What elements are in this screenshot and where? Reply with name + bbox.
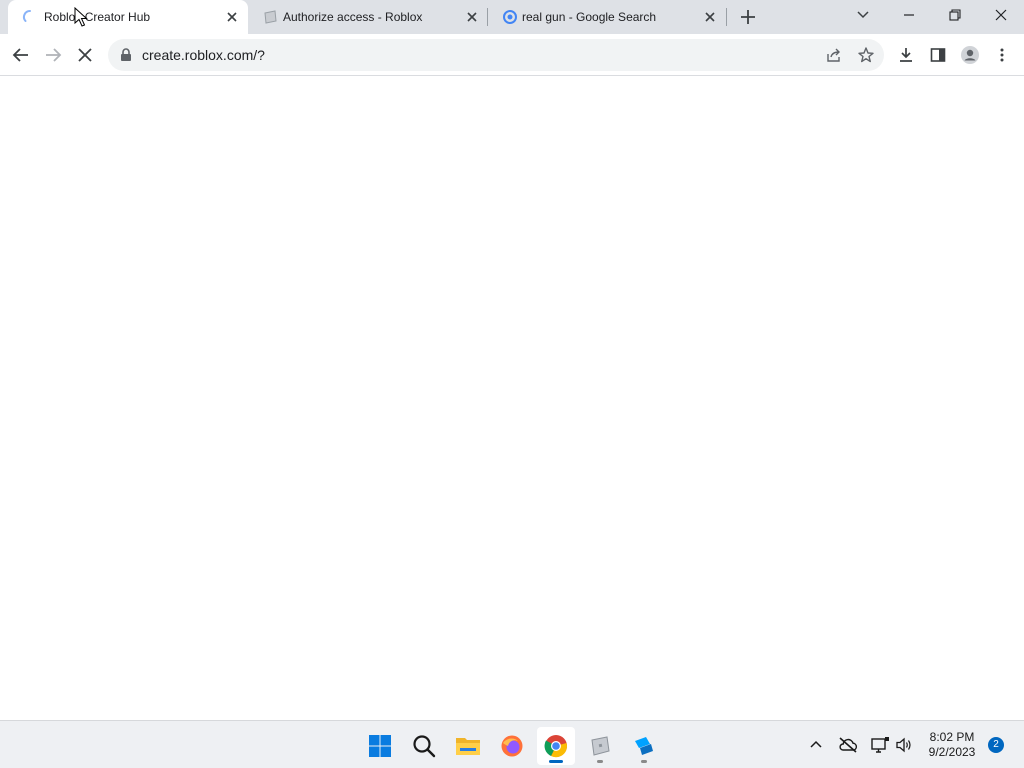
side-panel-icon bbox=[930, 48, 946, 62]
close-icon bbox=[78, 48, 92, 62]
back-button[interactable] bbox=[6, 40, 36, 70]
taskbar-clock[interactable]: 8:02 PM 9/2/2023 bbox=[922, 730, 982, 760]
tab-google-search[interactable]: real gun - Google Search bbox=[488, 0, 726, 34]
roblox-studio-icon bbox=[635, 737, 653, 755]
arrow-right-icon bbox=[46, 48, 62, 62]
minimize-button[interactable] bbox=[886, 0, 932, 30]
start-button[interactable] bbox=[361, 727, 399, 765]
tab-title: Authorize access - Roblox bbox=[283, 10, 423, 24]
windows-taskbar: 8:02 PM 9/2/2023 2 bbox=[0, 720, 1024, 768]
arrow-left-icon bbox=[12, 48, 28, 62]
tab-strip: Roblox Creator Hub Authorize access - Ro… bbox=[0, 0, 1024, 34]
loading-spinner-icon bbox=[22, 9, 31, 22]
profile-avatar-icon bbox=[961, 46, 979, 64]
restore-icon bbox=[949, 9, 961, 21]
file-explorer-icon bbox=[456, 738, 480, 755]
cloud-offline-icon bbox=[839, 737, 858, 753]
onedrive-offline-button[interactable] bbox=[836, 733, 860, 757]
search-icon bbox=[413, 735, 436, 758]
page-content bbox=[0, 77, 1024, 720]
share-icon[interactable] bbox=[824, 45, 844, 65]
stop-loading-button[interactable] bbox=[70, 40, 100, 70]
tab-title: Roblox Creator Hub bbox=[44, 10, 151, 24]
restore-button[interactable] bbox=[932, 0, 978, 30]
firefox-icon bbox=[501, 735, 523, 757]
notification-badge[interactable]: 2 bbox=[988, 737, 1004, 753]
tab-title: real gun - Google Search bbox=[522, 10, 657, 24]
close-window-button[interactable] bbox=[978, 0, 1024, 30]
lock-icon[interactable] bbox=[120, 48, 132, 62]
file-explorer-button[interactable] bbox=[449, 727, 487, 765]
taskbar-search-button[interactable] bbox=[405, 727, 443, 765]
menu-button[interactable] bbox=[987, 40, 1017, 70]
kebab-menu-icon bbox=[1000, 48, 1004, 62]
close-tab-icon[interactable] bbox=[224, 9, 240, 25]
network-icon bbox=[871, 737, 889, 753]
close-tab-icon[interactable] bbox=[464, 9, 480, 25]
download-icon bbox=[900, 48, 912, 62]
close-tab-icon[interactable] bbox=[702, 9, 718, 25]
volume-button[interactable] bbox=[892, 733, 916, 757]
downloads-button[interactable] bbox=[891, 40, 921, 70]
chevron-up-icon bbox=[810, 740, 822, 748]
minimize-icon bbox=[904, 14, 914, 16]
speaker-icon bbox=[896, 737, 911, 753]
running-indicator bbox=[549, 760, 563, 763]
bookmark-star-icon[interactable] bbox=[856, 45, 876, 65]
tab-search-button[interactable] bbox=[840, 0, 886, 30]
close-icon bbox=[995, 9, 1007, 21]
chevron-down-icon bbox=[857, 11, 869, 19]
clock-time: 8:02 PM bbox=[929, 730, 975, 744]
new-tab-icon[interactable] bbox=[737, 6, 759, 28]
google-lens-icon bbox=[503, 10, 517, 24]
side-panel-button[interactable] bbox=[923, 40, 953, 70]
forward-button[interactable] bbox=[38, 40, 68, 70]
url-text[interactable]: create.roblox.com/? bbox=[142, 47, 265, 63]
network-button[interactable] bbox=[868, 733, 892, 757]
clock-date: 9/2/2023 bbox=[928, 745, 976, 759]
tab-roblox-creator-hub[interactable]: Roblox Creator Hub bbox=[8, 0, 248, 34]
browser-toolbar: create.roblox.com/? bbox=[0, 34, 1024, 76]
tab-authorize-access[interactable]: Authorize access - Roblox bbox=[248, 0, 488, 34]
show-hidden-icons-button[interactable] bbox=[804, 733, 828, 757]
running-indicator bbox=[597, 760, 603, 763]
profile-button[interactable] bbox=[955, 40, 985, 70]
tab-separator bbox=[726, 8, 727, 26]
roblox-favicon-icon bbox=[264, 10, 277, 24]
running-indicator bbox=[641, 760, 647, 763]
chrome-button[interactable] bbox=[537, 727, 575, 765]
address-bar[interactable]: create.roblox.com/? bbox=[108, 39, 884, 71]
roblox-player-icon bbox=[591, 736, 610, 756]
chrome-icon bbox=[544, 735, 567, 758]
mouse-cursor-icon bbox=[74, 7, 88, 27]
roblox-studio-button[interactable] bbox=[625, 727, 663, 765]
roblox-player-button[interactable] bbox=[581, 727, 619, 765]
windows-start-icon bbox=[369, 735, 391, 757]
firefox-button[interactable] bbox=[493, 727, 531, 765]
